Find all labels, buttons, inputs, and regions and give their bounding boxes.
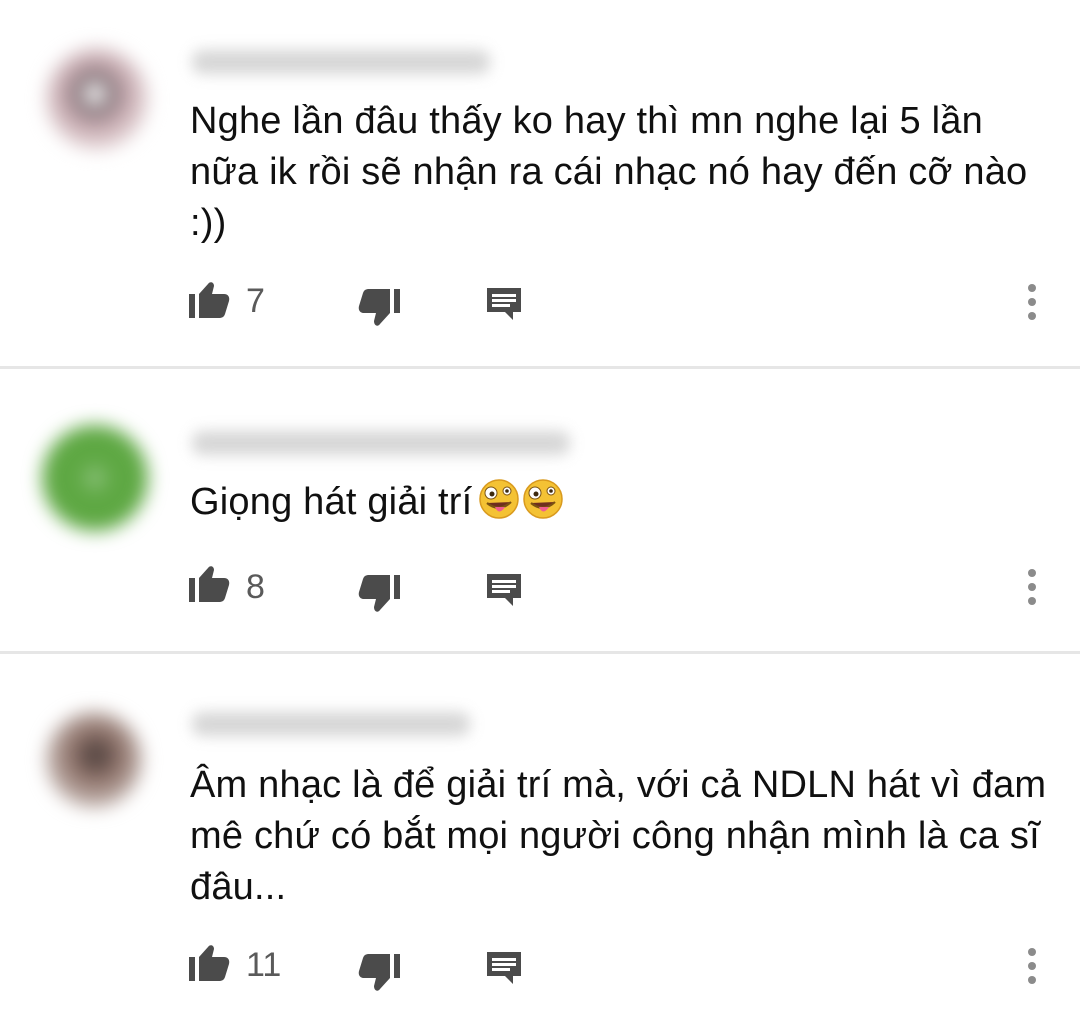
comment-text: Giọng hát giải trí xyxy=(190,477,1050,534)
dislike-button[interactable] xyxy=(357,574,403,614)
more-options-button[interactable] xyxy=(1024,947,1040,987)
zany-face-icon xyxy=(478,478,520,534)
reply-button[interactable] xyxy=(485,572,525,610)
zany-face-icon xyxy=(522,478,564,534)
dislike-button[interactable] xyxy=(357,288,403,328)
like-count: 8 xyxy=(246,568,265,606)
comment-text-value: Giọng hát giải trí xyxy=(190,481,473,523)
more-vertical-icon xyxy=(1028,284,1036,320)
dislike-button[interactable] xyxy=(357,953,403,993)
avatar[interactable] xyxy=(46,48,148,150)
reply-button[interactable] xyxy=(485,286,525,324)
comment-item: Âm nhạc là để giải trí mà, với cả NDLN h… xyxy=(0,654,1080,1025)
avatar[interactable] xyxy=(46,712,142,808)
avatar[interactable] xyxy=(42,425,148,531)
thumb-down-icon xyxy=(394,289,400,313)
thumb-up-icon xyxy=(189,957,195,981)
author-meta-blurred xyxy=(192,50,490,74)
comment-text: Âm nhạc là để giải trí mà, với cả NDLN h… xyxy=(190,764,1047,908)
like-button[interactable] xyxy=(186,279,234,321)
author-meta-blurred xyxy=(192,431,570,455)
like-count: 11 xyxy=(246,946,282,984)
more-vertical-icon xyxy=(1028,569,1036,605)
comment-item: Giọng hát giải trí 8 xyxy=(0,369,1080,650)
like-button[interactable] xyxy=(186,563,234,605)
more-options-button[interactable] xyxy=(1024,568,1040,608)
more-options-button[interactable] xyxy=(1024,283,1040,323)
thumb-up-icon xyxy=(189,294,195,318)
thumb-down-icon xyxy=(394,954,400,978)
comment-item: Nghe lần đâu thấy ko hay thì mn nghe lại… xyxy=(0,0,1080,365)
comment-text: Nghe lần đâu thấy ko hay thì mn nghe lại… xyxy=(190,100,1028,244)
reply-button[interactable] xyxy=(485,950,525,988)
thumb-down-icon xyxy=(394,575,400,599)
like-button[interactable] xyxy=(186,942,234,984)
like-count: 7 xyxy=(246,282,265,320)
more-vertical-icon xyxy=(1028,948,1036,984)
thumb-up-icon xyxy=(189,578,195,602)
author-meta-blurred xyxy=(192,712,470,736)
